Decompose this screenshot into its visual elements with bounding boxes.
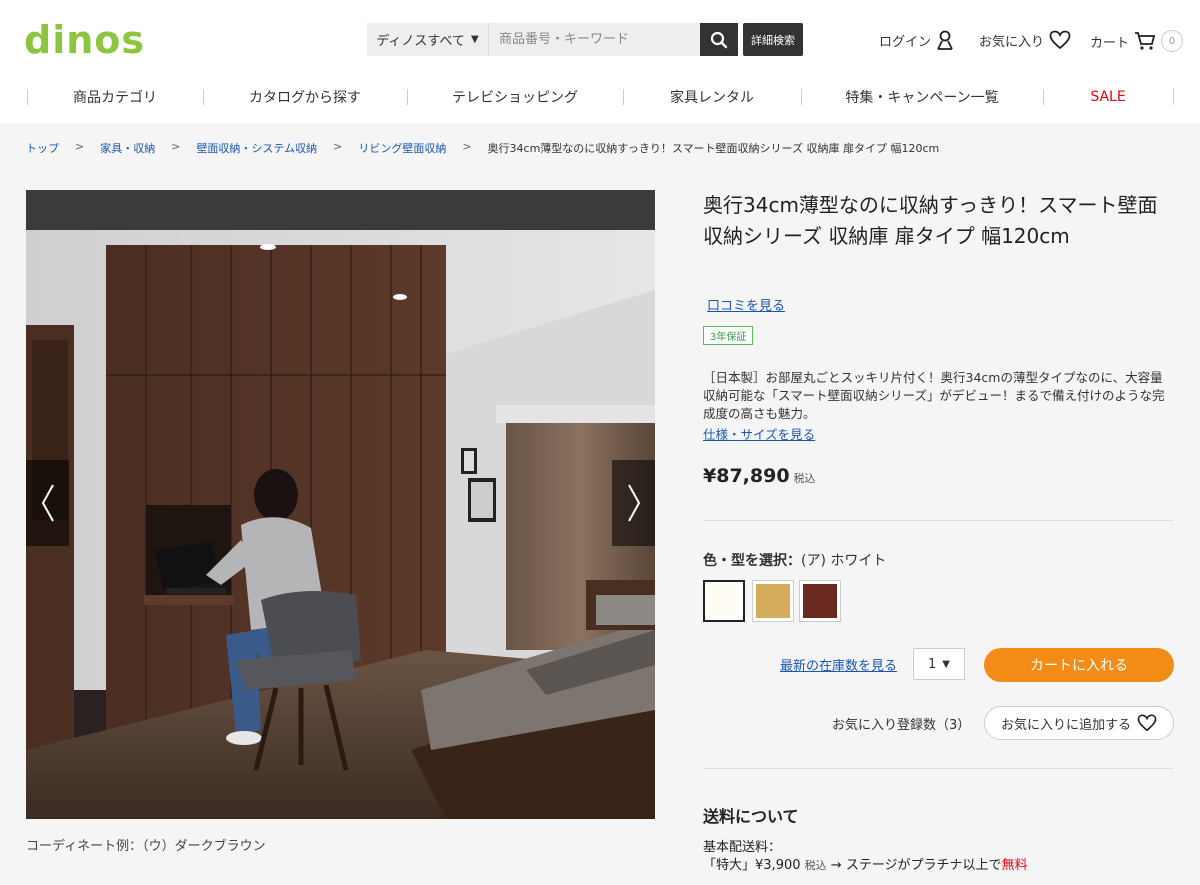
breadcrumb-wall-storage[interactable]: 壁面収納・システム収納 [196,140,317,156]
tax-label: 税込 [793,472,816,485]
color-selector-label: 色・型を選択：(ア) ホワイト [703,550,886,570]
search-icon [710,31,728,48]
nav-label: 商品カテゴリ [73,90,157,106]
cart-label: カート [1090,35,1130,51]
warranty-badge: 3年保証 [703,326,754,345]
review-link[interactable]: 口コミを見る [707,295,785,314]
nav-catalog[interactable]: カタログから探す [203,78,407,116]
nav-label: 特集・キャンペーン一覧 [845,90,999,106]
add-to-cart-button[interactable]: カートに入れる [984,648,1174,682]
swatch-dark-brown[interactable] [799,580,841,622]
search-scope-select[interactable]: ディノスすべて ▼ [367,23,489,56]
spec-size-link[interactable]: 仕様・サイズを見る [703,424,815,443]
search-scope-label: ディノスすべて [376,34,465,49]
nav-tv-shopping[interactable]: テレビショッピング [407,78,623,116]
add-to-favorites-button[interactable]: お気に入りに追加する [984,706,1174,740]
breadcrumb: トップ > 家具・収納 > 壁面収納・システム収納 > リビング壁面収納 > 奥… [26,140,939,156]
next-image-button[interactable] [612,460,655,546]
heart-icon [1049,30,1071,50]
breadcrumb-current: 奥行34cm薄型なのに収納すっきり！スマート壁面収納シリーズ 収納庫 扉タイプ … [487,142,940,155]
dinos-logo[interactable]: dinos [24,20,145,60]
breadcrumb-living-wall[interactable]: リビング壁面収納 [358,140,446,156]
caret-down-icon: ▼ [942,658,950,670]
product-title: 奥行34cm薄型なのに収納すっきり！スマート壁面収納シリーズ 収納庫 扉タイプ … [703,193,1158,248]
site-header: dinos ディノスすべて ▼ 詳細検索 ログイン お気に入り カート [0,0,1200,78]
nav-campaigns[interactable]: 特集・キャンペーン一覧 [801,78,1043,116]
nav-label: テレビショッピング [452,90,578,106]
color-selected-value: (ア) ホワイト [801,553,887,569]
shipping-condition: → ステージがプラチナ以上で [830,858,1002,873]
nav-sale[interactable]: SALE [1043,78,1173,116]
cart-count-badge: 0 [1161,30,1184,52]
breadcrumb-sep: > [75,140,85,153]
swatch-white[interactable] [703,580,745,622]
swatch-color [708,585,740,617]
breadcrumb-sep: > [462,140,472,153]
cart-link[interactable]: カート 0 [1090,30,1184,52]
add-favorites-label: お気に入りに追加する [1000,717,1131,733]
login-label: ログイン [879,34,932,50]
breadcrumb-sep: > [333,140,343,153]
shipping-fee-line: 「特大」¥3,900 税込 → ステージがプラチナ以上で無料 [703,854,1028,873]
price-value: ¥87,890 [703,465,790,487]
quantity-value: 1 [928,656,937,672]
user-icon [937,30,953,50]
search-bar: ディノスすべて ▼ [367,23,738,56]
shipping-title: 送料について [703,807,799,826]
swatch-color [756,584,790,618]
color-label-heading: 色・型を選択： [703,553,801,569]
chevron-right-icon [627,484,640,522]
section-divider [703,768,1173,769]
chevron-left-icon [41,484,54,522]
breadcrumb-top[interactable]: トップ [26,140,59,156]
breadcrumb-sep: > [171,140,181,153]
shipping-base-label: 基本配送料： [703,840,782,855]
favorites-link[interactable]: お気に入り [979,30,1071,50]
product-image[interactable] [26,190,655,819]
shipping-fee: ¥3,900 [755,858,801,873]
product-price: ¥87,890 税込 [703,465,816,487]
login-link[interactable]: ログイン [879,30,954,50]
advanced-search-button[interactable]: 詳細検索 [743,23,803,56]
swatch-color [803,584,837,618]
section-divider [703,520,1173,521]
breadcrumb-furniture[interactable]: 家具・収納 [100,140,155,156]
image-caption: コーディネート例：（ウ）ダークブラウン [26,839,266,854]
favorite-count: お気に入り登録数（3） [832,718,971,733]
product-description: ［日本製］お部屋丸ごとスッキリ片付く！奥行34cmの薄型タイプなのに、大容量収納… [703,370,1165,421]
favorites-label: お気に入り [979,34,1045,50]
stock-link[interactable]: 最新の在庫数を見る [780,655,897,674]
heart-icon [1137,714,1157,732]
nav-furniture-rental[interactable]: 家具レンタル [623,78,801,116]
nav-divider [1173,89,1174,105]
shipping-size: 「特大」 [703,858,756,873]
nav-label: SALE [1090,89,1126,105]
search-input[interactable] [489,23,700,56]
search-button[interactable] [700,23,738,56]
quantity-select[interactable]: 1 ▼ [913,648,965,680]
nav-product-category[interactable]: 商品カテゴリ [27,78,203,116]
cart-icon [1135,32,1156,50]
nav-label: 家具レンタル [670,90,754,106]
room-scene-illustration [26,190,655,819]
nav-label: カタログから探す [249,90,361,106]
caret-down-icon: ▼ [470,34,479,45]
shipping-fee-tax: 税込 [804,859,827,872]
swatch-natural[interactable] [752,580,794,622]
prev-image-button[interactable] [26,460,69,546]
shipping-free: 無料 [1001,858,1028,873]
main-nav: 商品カテゴリ カタログから探す テレビショッピング 家具レンタル 特集・キャンペ… [0,78,1200,116]
